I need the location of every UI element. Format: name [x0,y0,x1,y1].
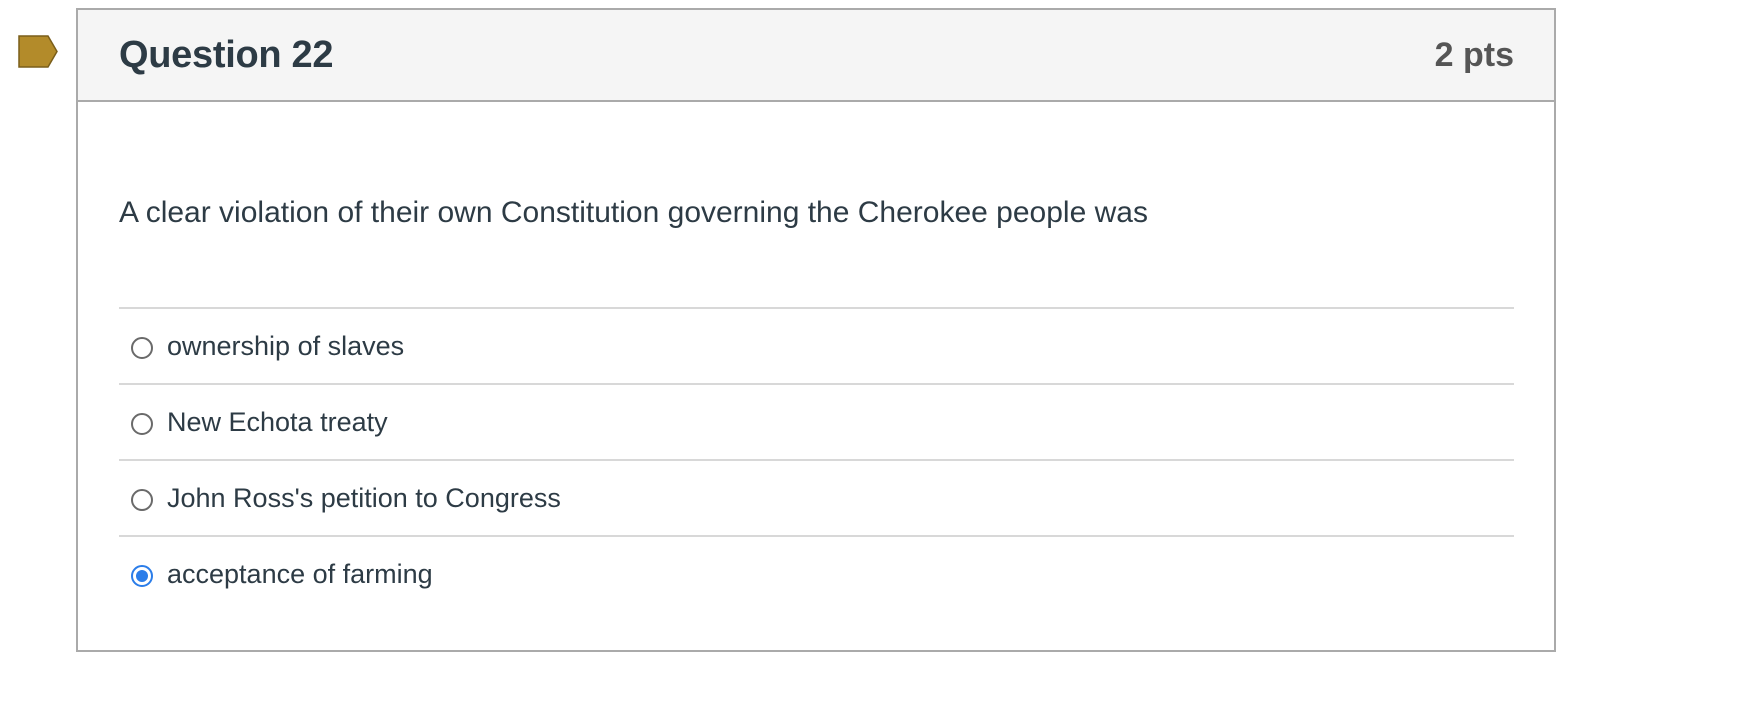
answer-label: ownership of slaves [167,330,405,361]
question-text: A clear violation of their own Constitut… [119,196,1148,229]
answer-option[interactable]: acceptance of farming [119,535,1514,611]
answer-radio[interactable] [131,337,153,359]
flag-icon[interactable] [18,35,58,68]
answer-radio[interactable] [131,413,153,435]
answer-option[interactable]: John Ross's petition to Congress [119,459,1514,535]
answer-radio[interactable] [131,565,153,587]
answer-label: John Ross's petition to Congress [167,482,561,513]
answer-option[interactable]: ownership of slaves [119,307,1514,383]
answer-radio[interactable] [131,489,153,511]
question-title: Question 22 [119,33,334,76]
answer-label: acceptance of farming [167,558,433,589]
question-body: A clear violation of their own Constitut… [78,193,1554,611]
question-header: Question 22 2 pts [78,10,1554,102]
question-card: Question 22 2 pts A clear violation of t… [76,8,1556,652]
answer-option[interactable]: New Echota treaty [119,383,1514,459]
answer-list: ownership of slaves New Echota treaty Jo… [119,307,1514,611]
question-points: 2 pts [1434,35,1514,74]
answer-label: New Echota treaty [167,406,388,437]
